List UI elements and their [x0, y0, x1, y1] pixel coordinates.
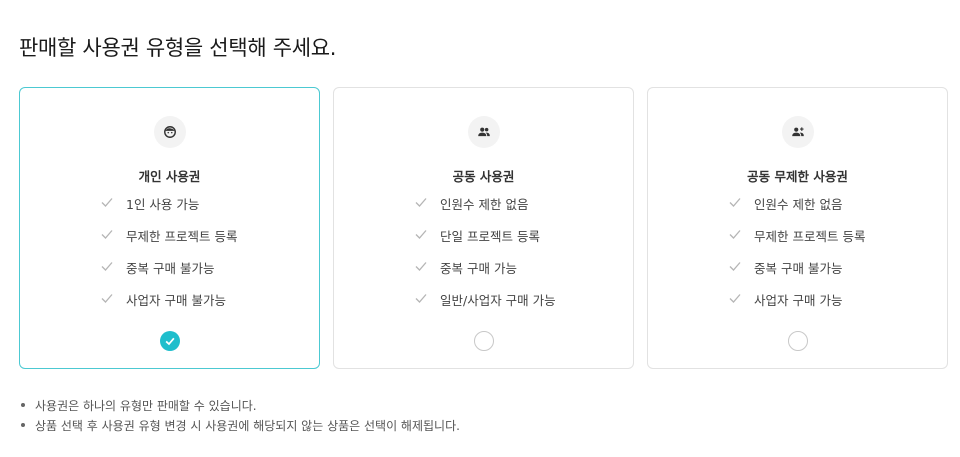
feature-text: 인원수 제한 없음: [754, 197, 843, 212]
group-add-icon: [781, 116, 814, 148]
check-icon: [415, 262, 427, 271]
radio-personal[interactable]: [159, 331, 180, 351]
feature-text: 사업자 구매 가능: [754, 293, 843, 308]
check-icon: [101, 230, 113, 239]
license-card-shared[interactable]: 공동 사용권 인원수 제한 없음 단일 프로젝트 등록 중복 구매 가능 일반/…: [333, 87, 634, 369]
feature-item: 1인 사용 가능: [100, 194, 237, 226]
notice-item: 상품 선택 후 사용권 유형 변경 시 사용권에 해당되지 않는 상품은 선택이…: [21, 415, 460, 435]
check-icon: [729, 262, 741, 271]
radio-shared[interactable]: [473, 331, 494, 351]
check-icon: [101, 294, 113, 303]
license-card-shared-unlimited[interactable]: 공동 무제한 사용권 인원수 제한 없음 무제한 프로젝트 등록 중복 구매 불…: [647, 87, 948, 369]
notice-item: 사용권은 하나의 유형만 판매할 수 있습니다.: [21, 395, 460, 415]
feature-text: 사업자 구매 불가능: [126, 293, 226, 308]
group-icon: [467, 116, 500, 148]
person-face-icon: [153, 116, 186, 148]
checkmark-icon: [165, 337, 175, 346]
feature-text: 인원수 제한 없음: [440, 197, 529, 212]
feature-item: 사업자 구매 불가능: [100, 290, 237, 322]
license-type-page: 판매할 사용권 유형을 선택해 주세요. 개인 사용권 1인 사용 가능 무제한…: [0, 0, 960, 457]
feature-list: 1인 사용 가능 무제한 프로젝트 등록 중복 구매 불가능 사업자 구매 불가…: [100, 194, 237, 322]
check-icon: [101, 262, 113, 271]
license-card-personal[interactable]: 개인 사용권 1인 사용 가능 무제한 프로젝트 등록 중복 구매 불가능 사업…: [19, 87, 320, 369]
notice-text: 상품 선택 후 사용권 유형 변경 시 사용권에 해당되지 않는 상품은 선택이…: [35, 418, 460, 433]
check-icon: [415, 294, 427, 303]
bullet-icon: [21, 403, 25, 407]
feature-item: 중복 구매 불가능: [728, 258, 865, 290]
check-icon: [729, 294, 741, 303]
feature-list: 인원수 제한 없음 단일 프로젝트 등록 중복 구매 가능 일반/사업자 구매 …: [414, 194, 556, 322]
check-icon: [729, 230, 741, 239]
feature-text: 1인 사용 가능: [126, 197, 200, 212]
notice-list: 사용권은 하나의 유형만 판매할 수 있습니다. 상품 선택 후 사용권 유형 …: [21, 395, 460, 435]
feature-text: 단일 프로젝트 등록: [440, 229, 540, 244]
check-icon: [415, 198, 427, 207]
feature-list: 인원수 제한 없음 무제한 프로젝트 등록 중복 구매 불가능 사업자 구매 가…: [728, 194, 865, 322]
feature-item: 사업자 구매 가능: [728, 290, 865, 322]
license-card-group: 개인 사용권 1인 사용 가능 무제한 프로젝트 등록 중복 구매 불가능 사업…: [19, 87, 948, 369]
notice-text: 사용권은 하나의 유형만 판매할 수 있습니다.: [35, 398, 257, 413]
feature-text: 무제한 프로젝트 등록: [126, 229, 238, 244]
card-title: 공동 무제한 사용권: [747, 169, 848, 184]
radio-shared-unlimited[interactable]: [787, 331, 808, 351]
feature-item: 인원수 제한 없음: [414, 194, 556, 226]
feature-text: 무제한 프로젝트 등록: [754, 229, 866, 244]
feature-text: 중복 구매 가능: [440, 261, 517, 276]
feature-item: 중복 구매 불가능: [100, 258, 237, 290]
feature-text: 일반/사업자 구매 가능: [440, 293, 556, 308]
card-title: 공동 사용권: [452, 169, 515, 184]
feature-item: 무제한 프로젝트 등록: [728, 226, 865, 258]
page-title: 판매할 사용권 유형을 선택해 주세요.: [19, 36, 337, 60]
feature-item: 일반/사업자 구매 가능: [414, 290, 556, 322]
feature-text: 중복 구매 불가능: [754, 261, 843, 276]
check-icon: [729, 198, 741, 207]
check-icon: [101, 198, 113, 207]
feature-item: 단일 프로젝트 등록: [414, 226, 556, 258]
feature-text: 중복 구매 불가능: [126, 261, 215, 276]
feature-item: 무제한 프로젝트 등록: [100, 226, 237, 258]
check-icon: [415, 230, 427, 239]
card-title: 개인 사용권: [138, 169, 201, 184]
feature-item: 인원수 제한 없음: [728, 194, 865, 226]
bullet-icon: [21, 423, 25, 427]
feature-item: 중복 구매 가능: [414, 258, 556, 290]
